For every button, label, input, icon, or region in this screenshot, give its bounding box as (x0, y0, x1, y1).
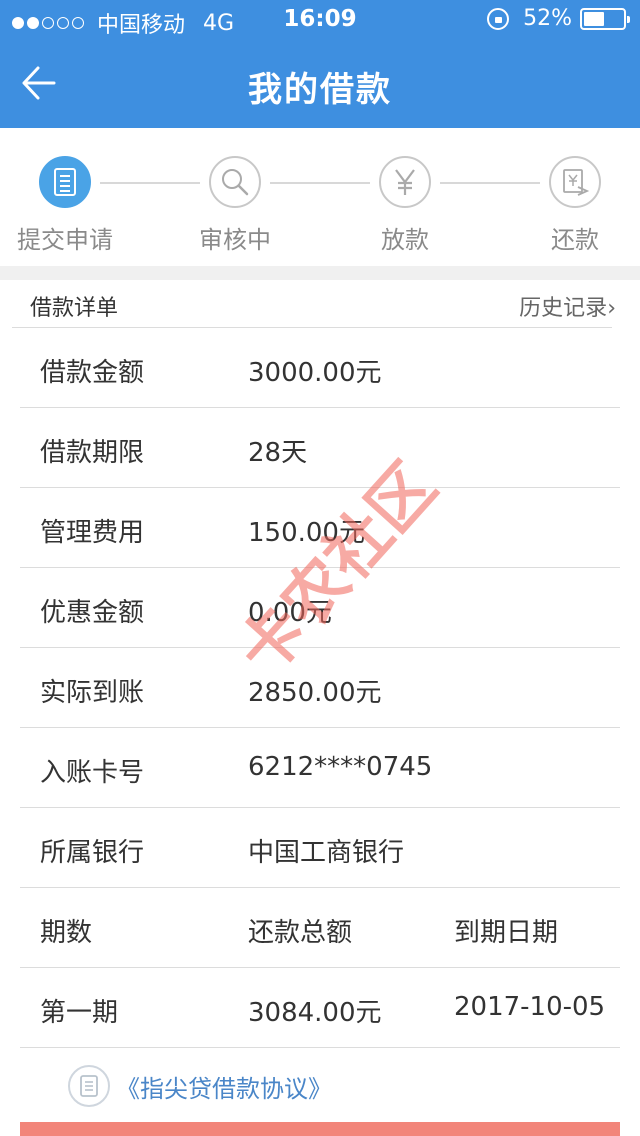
orientation-lock-icon (487, 7, 510, 30)
detail-value: 2850.00元 (248, 678, 382, 708)
status-right: 52% (487, 6, 630, 31)
step-review: 审核中 (165, 156, 305, 255)
history-link[interactable]: 历史记录› (519, 290, 616, 322)
loan-details-list: 借款金额 3000.00元 借款期限 28天 管理费用 150.00元 优惠金额… (20, 328, 620, 1048)
detail-row: 借款金额 3000.00元 (20, 328, 620, 408)
schedule-row: 第一期 3084.00元 2017-10-05 (20, 968, 620, 1048)
navigation-bar: 我的借款 (0, 40, 640, 128)
step-label: 还款 (551, 226, 599, 254)
detail-value: 3000.00元 (248, 358, 382, 388)
detail-value: 0.00元 (248, 598, 332, 628)
detail-key: 优惠金额 (40, 598, 145, 628)
detail-row: 优惠金额 0.00元 (20, 568, 620, 648)
detail-key: 管理费用 (40, 518, 145, 548)
agreement-label: 《指尖贷借款协议》 (116, 1074, 332, 1103)
chevron-right-icon: › (607, 296, 616, 321)
yen-icon (379, 156, 431, 208)
details-title: 借款详单 (30, 296, 119, 321)
battery-icon (580, 7, 630, 30)
progress-steps: 提交申请 审核中 放款 还款 (0, 128, 640, 266)
step-label: 审核中 (199, 226, 271, 254)
search-icon (209, 156, 261, 208)
detail-row: 管理费用 150.00元 (20, 488, 620, 568)
details-header: 借款详单 历史记录› (12, 280, 616, 328)
bottom-action-button[interactable] (20, 1122, 620, 1136)
status-bar: 中国移动 4G 16:09 52% (0, 0, 640, 40)
schedule-header-row: 期数 还款总额 到期日期 (20, 888, 620, 968)
agreement-link[interactable]: 《指尖贷借款协议》 (68, 1065, 332, 1107)
step-disburse: 放款 (335, 156, 475, 255)
schedule-header: 到期日期 (454, 918, 559, 948)
schedule-header: 期数 (40, 918, 93, 948)
detail-value: 28天 (248, 438, 308, 468)
detail-row: 实际到账 2850.00元 (20, 648, 620, 728)
step-label: 提交申请 (17, 226, 113, 254)
section-divider (0, 266, 640, 280)
document-icon (39, 156, 91, 208)
schedule-cell: 2017-10-05 (454, 992, 606, 1022)
detail-key: 实际到账 (40, 678, 145, 708)
history-label: 历史记录 (519, 296, 608, 321)
detail-row: 入账卡号 6212****0745 (20, 728, 620, 808)
page-title: 我的借款 (248, 70, 392, 110)
detail-key: 入账卡号 (40, 758, 145, 788)
document-icon (68, 1065, 110, 1107)
detail-key: 所属银行 (40, 838, 145, 868)
battery-percent: 52% (523, 6, 572, 31)
step-submit: 提交申请 (0, 156, 135, 255)
step-repay: 还款 (505, 156, 640, 255)
detail-value: 150.00元 (248, 518, 365, 548)
step-label: 放款 (381, 226, 429, 254)
schedule-cell: 第一期 (40, 998, 119, 1028)
detail-key: 借款期限 (40, 438, 145, 468)
detail-value: 6212****0745 (248, 752, 433, 782)
schedule-header: 还款总额 (248, 918, 353, 948)
detail-row: 借款期限 28天 (20, 408, 620, 488)
schedule-cell: 3084.00元 (248, 998, 382, 1028)
detail-key: 借款金额 (40, 358, 145, 388)
receipt-icon (549, 156, 601, 208)
detail-row: 所属银行 中国工商银行 (20, 808, 620, 888)
detail-value: 中国工商银行 (248, 838, 405, 868)
